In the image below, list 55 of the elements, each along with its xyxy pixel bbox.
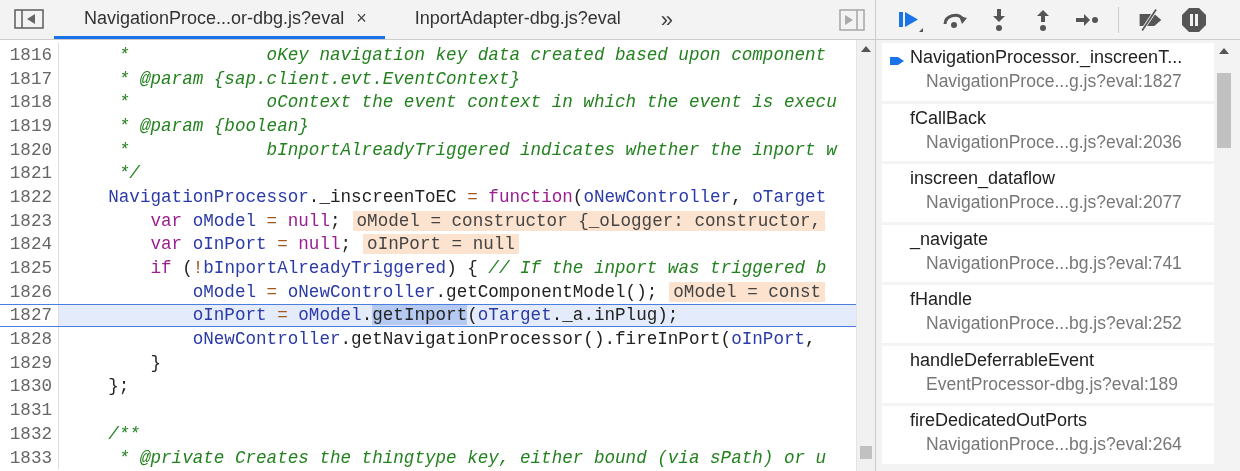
function-name: inscreen_dataflow	[910, 168, 1057, 189]
call-stack-item[interactable]: inscreen_dataflow NavigationProce...g.js?eval:2077	[882, 164, 1214, 222]
debugger-toggle-icon[interactable]	[839, 9, 865, 31]
code-line: oInPort = oModel.getInport(oTarget._a.inPlug);	[191, 305, 679, 326]
code-line: var oModel = null;	[149, 210, 341, 231]
call-stack-item[interactable]: _navigate NavigationProce...bg.js?eval:741	[882, 224, 1214, 282]
code-line: * @param {sap.client.evt.EventContext}	[117, 68, 520, 89]
line-number: 1827	[0, 304, 59, 327]
pause-icon[interactable]	[1181, 6, 1207, 33]
close-icon[interactable]: ×	[356, 7, 367, 29]
source-location: EventProcessor-dbg.js?eval:189	[926, 373, 1179, 395]
more-tabs-button[interactable]: »	[660, 6, 674, 33]
source-location: NavigationProce...bg.js?eval:741	[926, 252, 1183, 274]
function-name: fCallBack	[910, 107, 988, 129]
code-line: * bInportAlreadyTriggered indicates whether the inport w	[117, 139, 837, 160]
navigator-toggle-icon[interactable]	[14, 9, 44, 29]
inline-value: oModel = const	[669, 281, 826, 302]
source-location: NavigationProce...g.js?eval:2077	[926, 192, 1183, 213]
code-line: };	[107, 376, 130, 397]
code-line: oModel = oNewController.getComponentModel();	[191, 281, 658, 302]
code-line: */	[117, 163, 140, 184]
deactivate-breakpoints-icon[interactable]	[1137, 6, 1163, 33]
scrollbar-thumb[interactable]	[1217, 73, 1231, 148]
code-line: * oContext the event context in which the event is execu	[117, 92, 837, 113]
code-line: * oKey navigation key data created based upon component	[117, 44, 827, 65]
scroll-up-icon[interactable]	[861, 46, 871, 52]
call-stack-item[interactable]: handleDeferrableEvent EventProcessor-dbg.js?eval:189	[882, 345, 1214, 403]
file-tab[interactable]: NavigationProce...or-dbg.js?eval ×	[54, 0, 385, 39]
file-tab[interactable]: InportAdapter-dbg.js?eval	[384, 0, 639, 39]
call-stack-item[interactable]: fCallBack NavigationProce...g.js?eval:2036	[882, 103, 1214, 161]
inline-value: oInPort = null	[363, 234, 519, 255]
function-name: fHandle	[910, 289, 974, 310]
function-name: handleDeferrableEvent	[910, 349, 1096, 371]
function-name: _navigate	[910, 228, 990, 250]
source-location: NavigationProce...bg.js?eval:264	[926, 434, 1183, 455]
scroll-up-icon[interactable]	[1219, 48, 1229, 54]
code-line: /**	[107, 423, 140, 444]
inline-value: oModel = constructor {_oLogger: constructor,	[352, 210, 826, 231]
call-stack-item[interactable]: NavigationProcessor._inscreenT... NavigationProce...g.js?eval:1827	[882, 43, 1214, 101]
scrollbar-thumb[interactable]	[860, 446, 872, 459]
code-line: * @param {boolean}	[117, 115, 309, 136]
code-line: oNewController.getNavigationProcessor().fireInPort(oInPort,	[191, 329, 816, 350]
code-line: if (!bInportAlreadyTriggered) { // If the inport was triggered b	[149, 258, 827, 279]
code-line: }	[149, 352, 162, 373]
scrollbar[interactable]	[856, 40, 875, 471]
code-line: NavigationProcessor._inscreenToEC = function(oNewController, oTarget	[107, 186, 827, 207]
function-name: fireDedicatedOutPorts	[910, 410, 1089, 431]
source-location: NavigationProce...g.js?eval:2036	[926, 131, 1183, 153]
call-stack-item[interactable]: fireDedicatedOutPorts NavigationProce...bg.js?eval:264	[882, 406, 1214, 464]
source-location: NavigationProce...g.js?eval:1827	[926, 71, 1183, 92]
source-location: NavigationProce...bg.js?eval:252	[926, 313, 1183, 334]
call-stack-item[interactable]: fHandle NavigationProce...bg.js?eval:252	[882, 285, 1214, 343]
code-line: * @private Creates the thingtype key, either bound (via sPath) or u	[117, 447, 827, 468]
code-line: var oInPort = null;	[149, 234, 352, 255]
function-name: NavigationProcessor._inscreenT...	[910, 47, 1184, 68]
